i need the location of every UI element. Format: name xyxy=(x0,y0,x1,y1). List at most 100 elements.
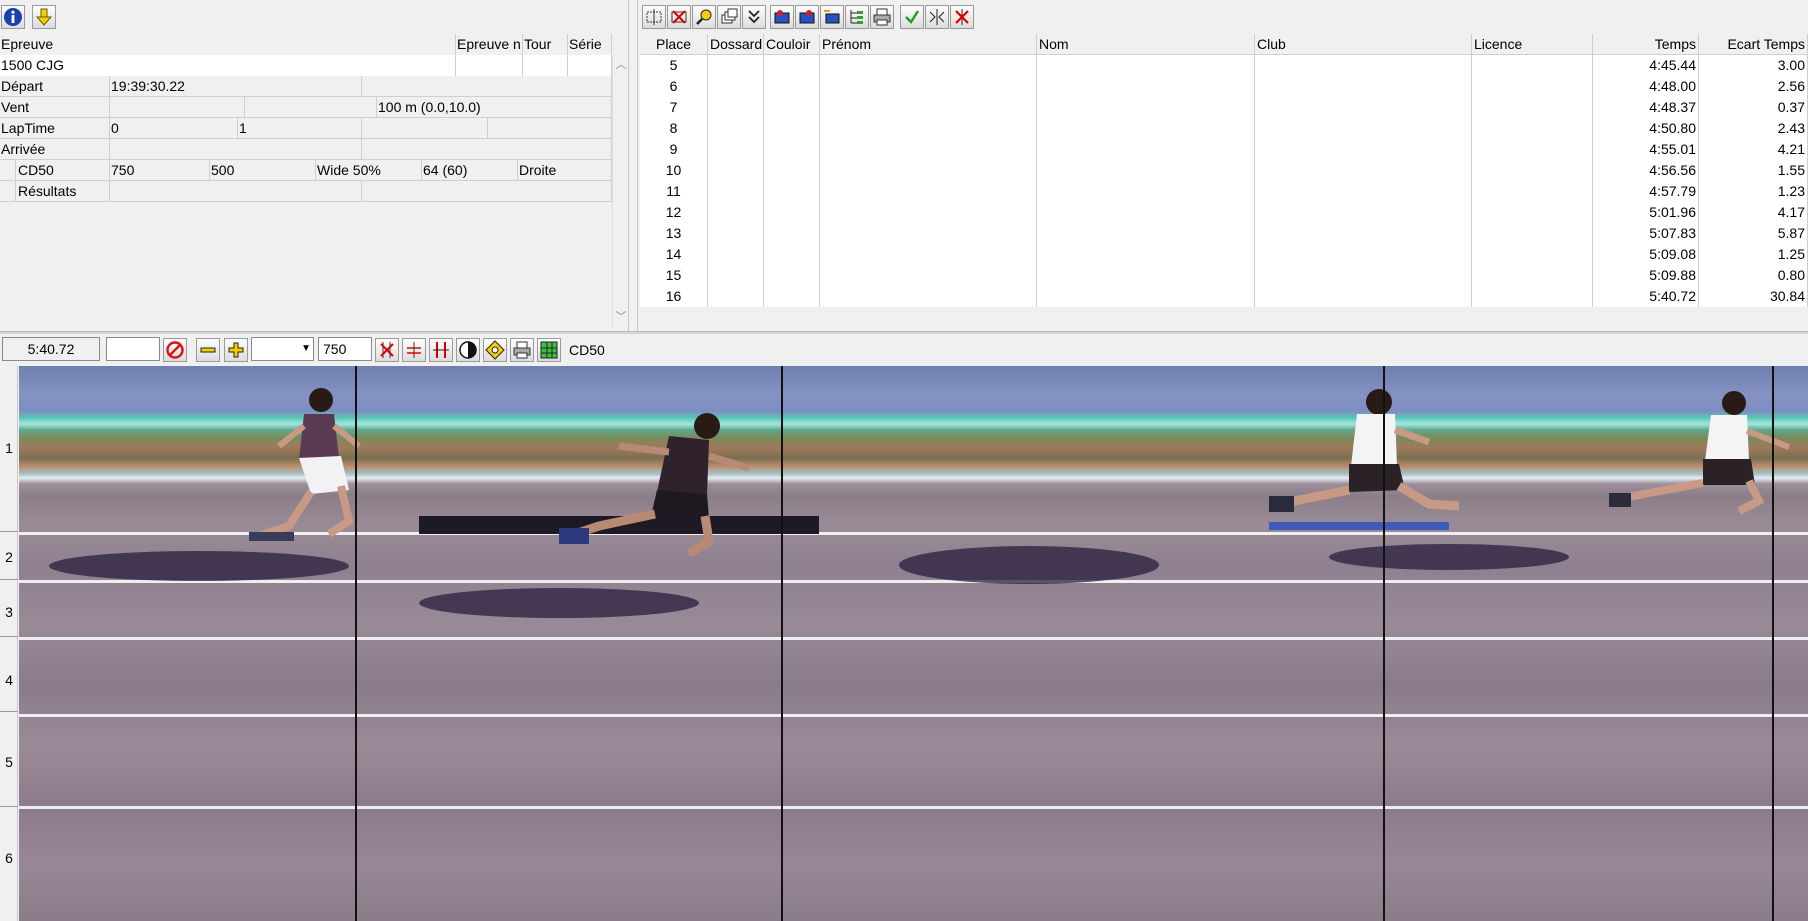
time-cursor-icon[interactable] xyxy=(402,338,426,362)
temps-cell[interactable]: 4:48.37 xyxy=(1593,97,1699,118)
licence-cell[interactable] xyxy=(1472,223,1593,244)
licence-cell[interactable] xyxy=(1472,97,1593,118)
table-row[interactable]: 11 4:57.79 1.23 xyxy=(640,181,1808,202)
serie-value[interactable] xyxy=(568,55,612,76)
epreuve-value[interactable]: 1500 CJG xyxy=(0,55,456,76)
dossard-cell[interactable] xyxy=(708,265,764,286)
temps-cell[interactable]: 5:01.96 xyxy=(1593,202,1699,223)
timing-line[interactable] xyxy=(355,366,357,921)
temps-cell[interactable]: 5:40.72 xyxy=(1593,286,1699,307)
couloir-cell[interactable] xyxy=(764,244,820,265)
prenom-cell[interactable] xyxy=(820,244,1037,265)
clear-lines-icon[interactable] xyxy=(375,338,399,362)
chevron-down-icon[interactable]: ▼ xyxy=(301,338,311,360)
cancel-icon[interactable] xyxy=(163,338,187,362)
dossard-cell[interactable] xyxy=(708,76,764,97)
couloir-cell[interactable] xyxy=(764,223,820,244)
col-prenom[interactable]: Prénom xyxy=(820,34,1037,55)
club-cell[interactable] xyxy=(1255,139,1472,160)
club-cell[interactable] xyxy=(1255,181,1472,202)
print-icon[interactable] xyxy=(870,5,894,29)
epreuve-n-value[interactable] xyxy=(456,55,523,76)
ecart-cell[interactable]: 3.00 xyxy=(1699,55,1808,76)
ecart-cell[interactable]: 1.55 xyxy=(1699,160,1808,181)
dossard-cell[interactable] xyxy=(708,97,764,118)
table-row[interactable]: 7 4:48.37 0.37 xyxy=(640,97,1808,118)
photo-finish-image[interactable] xyxy=(19,366,1808,921)
nom-cell[interactable] xyxy=(1037,55,1255,76)
table-row[interactable]: 9 4:55.01 4.21 xyxy=(640,139,1808,160)
place-cell[interactable]: 7 xyxy=(640,97,708,118)
timing-line[interactable] xyxy=(1772,366,1774,921)
prenom-cell[interactable] xyxy=(820,265,1037,286)
licence-cell[interactable] xyxy=(1472,202,1593,223)
camera-wide[interactable]: Wide 50% xyxy=(316,160,422,181)
header-epreuve[interactable]: Epreuve xyxy=(0,34,456,55)
place-cell[interactable]: 16 xyxy=(640,286,708,307)
resultats-label[interactable]: Résultats xyxy=(16,181,110,202)
col-nom[interactable]: Nom xyxy=(1037,34,1255,55)
temps-cell[interactable]: 4:55.01 xyxy=(1593,139,1699,160)
vent-value-a[interactable] xyxy=(110,97,245,118)
couloir-cell[interactable] xyxy=(764,97,820,118)
table-row[interactable]: 15 5:09.88 0.80 xyxy=(640,265,1808,286)
couloir-cell[interactable] xyxy=(764,55,820,76)
info-icon[interactable] xyxy=(1,5,25,29)
camera-value-3[interactable]: 64 (60) xyxy=(422,160,518,181)
ecart-cell[interactable]: 0.80 xyxy=(1699,265,1808,286)
dossard-cell[interactable] xyxy=(708,118,764,139)
dossard-cell[interactable] xyxy=(708,55,764,76)
prenom-cell[interactable] xyxy=(820,139,1037,160)
header-epreuve-n[interactable]: Epreuve n xyxy=(456,34,523,55)
licence-cell[interactable] xyxy=(1472,55,1593,76)
layers-icon[interactable] xyxy=(717,5,741,29)
select-region-icon[interactable] xyxy=(642,5,666,29)
export-runners-icon[interactable] xyxy=(795,5,819,29)
place-cell[interactable]: 14 xyxy=(640,244,708,265)
vent-value-b[interactable] xyxy=(245,97,377,118)
nom-cell[interactable] xyxy=(1037,223,1255,244)
dossard-cell[interactable] xyxy=(708,286,764,307)
prenom-cell[interactable] xyxy=(820,76,1037,97)
couloir-cell[interactable] xyxy=(764,76,820,97)
temps-cell[interactable]: 5:07.83 xyxy=(1593,223,1699,244)
laptime-c[interactable] xyxy=(362,118,488,139)
col-licence[interactable]: Licence xyxy=(1472,34,1593,55)
tree-list-icon[interactable] xyxy=(845,5,869,29)
brightness-icon[interactable] xyxy=(483,338,507,362)
club-cell[interactable] xyxy=(1255,223,1472,244)
couloir-cell[interactable] xyxy=(764,265,820,286)
ecart-cell[interactable]: 5.87 xyxy=(1699,223,1808,244)
nom-cell[interactable] xyxy=(1037,286,1255,307)
col-club[interactable]: Club xyxy=(1255,34,1472,55)
ecart-cell[interactable]: 4.17 xyxy=(1699,202,1808,223)
table-row[interactable]: 12 5:01.96 4.17 xyxy=(640,202,1808,223)
zoom-icon[interactable] xyxy=(692,5,716,29)
club-cell[interactable] xyxy=(1255,97,1472,118)
nom-cell[interactable] xyxy=(1037,244,1255,265)
header-tour[interactable]: Tour xyxy=(523,34,568,55)
temps-cell[interactable]: 4:50.80 xyxy=(1593,118,1699,139)
licence-cell[interactable] xyxy=(1472,265,1593,286)
ecart-cell[interactable]: 2.43 xyxy=(1699,118,1808,139)
resultats-value[interactable] xyxy=(110,181,362,202)
prenom-cell[interactable] xyxy=(820,223,1037,244)
print-image-icon[interactable] xyxy=(510,338,534,362)
prenom-cell[interactable] xyxy=(820,286,1037,307)
camera-side[interactable]: Droite xyxy=(518,160,612,181)
place-cell[interactable]: 13 xyxy=(640,223,708,244)
couloir-cell[interactable] xyxy=(764,286,820,307)
dossard-cell[interactable] xyxy=(708,160,764,181)
nom-cell[interactable] xyxy=(1037,160,1255,181)
table-row[interactable]: 5 4:45.44 3.00 xyxy=(640,55,1808,76)
table-row[interactable]: 8 4:50.80 2.43 xyxy=(640,118,1808,139)
club-cell[interactable] xyxy=(1255,244,1472,265)
ecart-cell[interactable]: 1.25 xyxy=(1699,244,1808,265)
ecart-cell[interactable]: 4.21 xyxy=(1699,139,1808,160)
temps-cell[interactable]: 4:57.79 xyxy=(1593,181,1699,202)
licence-cell[interactable] xyxy=(1472,139,1593,160)
arrivee-value[interactable] xyxy=(110,139,362,160)
place-cell[interactable]: 5 xyxy=(640,55,708,76)
place-cell[interactable]: 10 xyxy=(640,160,708,181)
col-couloir[interactable]: Couloir xyxy=(764,34,820,55)
